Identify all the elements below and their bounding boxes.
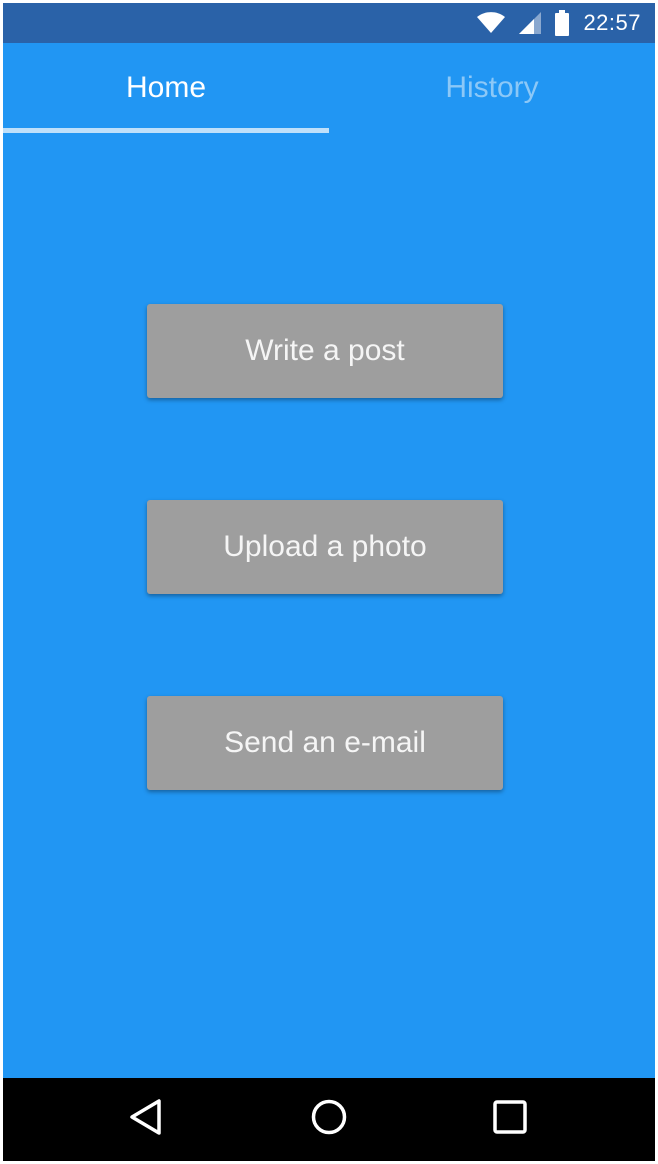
home-icon — [310, 1098, 348, 1141]
app-screen: 22:57 Home History Write a post Upload a… — [3, 3, 655, 1161]
recent-apps-button[interactable] — [465, 1078, 555, 1161]
back-icon — [128, 1098, 164, 1141]
status-time: 22:57 — [583, 10, 641, 35]
battery-icon — [555, 10, 570, 36]
home-button[interactable] — [284, 1078, 374, 1161]
send-email-button[interactable]: Send an e-mail — [147, 696, 503, 790]
status-icons: 22:57 — [477, 3, 641, 43]
recent-apps-icon — [493, 1100, 527, 1139]
wifi-icon — [477, 12, 506, 34]
back-button[interactable] — [101, 1078, 191, 1161]
tab-home[interactable]: Home — [3, 43, 329, 133]
tab-history-label: History — [445, 71, 539, 104]
tab-home-label: Home — [125, 71, 207, 104]
navigation-bar — [3, 1078, 655, 1161]
tab-bar: Home History — [3, 43, 655, 133]
cellular-signal-icon — [519, 12, 542, 34]
status-bar: 22:57 — [3, 3, 655, 43]
write-post-button[interactable]: Write a post — [147, 304, 503, 398]
upload-photo-button[interactable]: Upload a photo — [147, 500, 503, 594]
home-content: Write a post Upload a photo Send an e-ma… — [3, 133, 655, 1078]
tab-history[interactable]: History — [329, 43, 655, 133]
